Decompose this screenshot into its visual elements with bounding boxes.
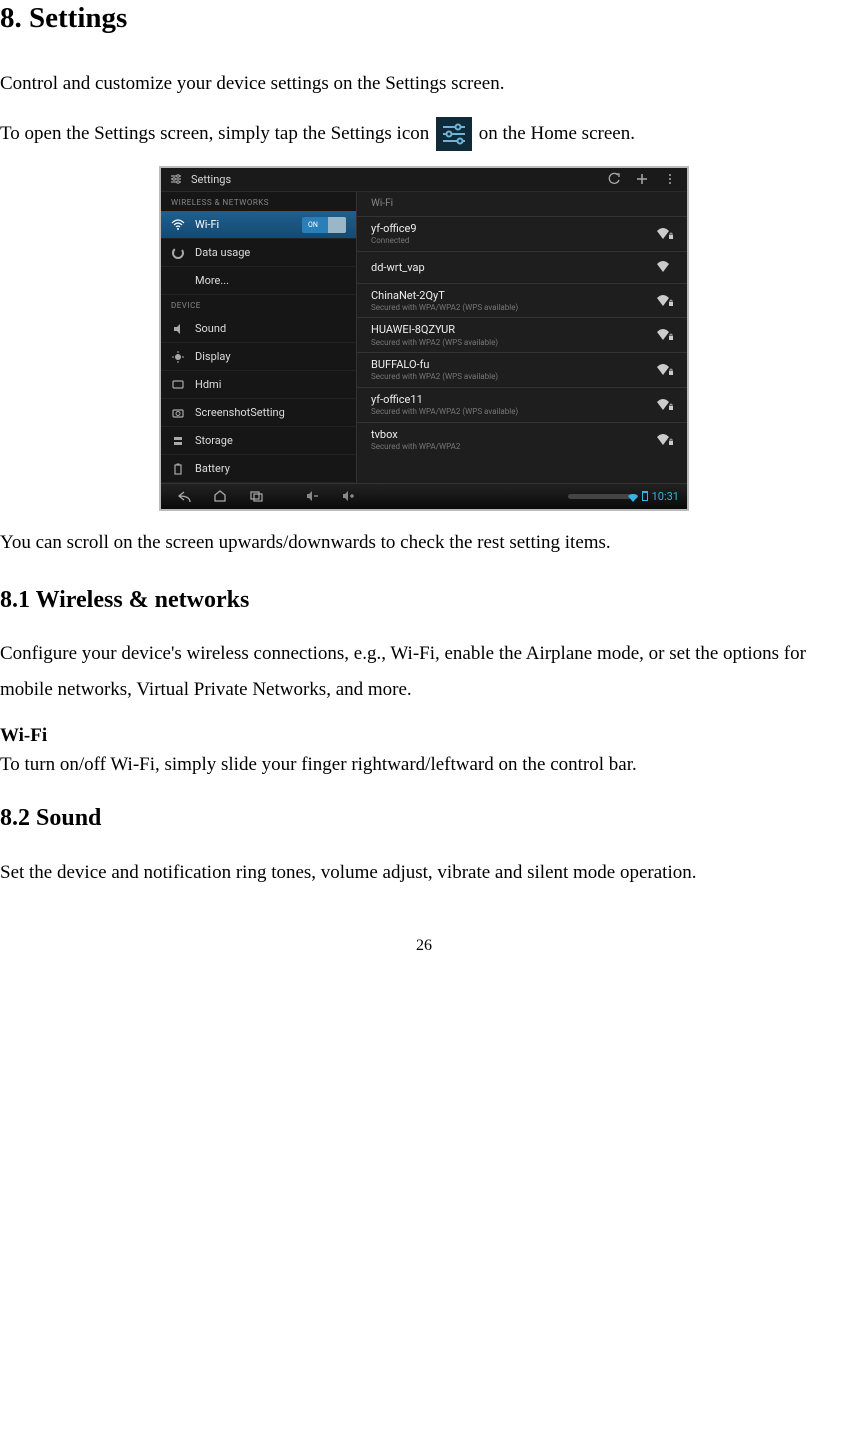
sidebar-item-more[interactable]: More... — [161, 267, 356, 295]
hdmi-icon — [171, 378, 185, 392]
sidebar-item-label: Display — [195, 350, 231, 363]
sidebar-item-wifi[interactable]: Wi-Fi ON — [161, 211, 356, 239]
wifi-network-item[interactable]: HUAWEI-8QZYUR Secured with WPA2 (WPS avai… — [357, 317, 687, 352]
system-navbar: 10:31 — [161, 483, 687, 509]
display-icon — [171, 350, 185, 364]
screenshot-icon — [171, 406, 185, 420]
subsection-sound: 8.2 Sound — [0, 803, 848, 834]
text-before-icon: To open the Settings screen, simply tap … — [0, 123, 434, 144]
wifi-network-list: Wi-Fi yf-office9Connected dd-wrt_vap China… — [357, 192, 687, 483]
sidebar-item-sound[interactable]: Sound — [161, 315, 356, 343]
battery-status-icon — [642, 491, 648, 501]
sound-icon — [171, 322, 185, 336]
settings-sidebar: WIRELESS & NETWORKS Wi-Fi ON Data usage — [161, 192, 357, 483]
sidebar-item-label: Data usage — [195, 246, 250, 259]
wifi-ssid: ChinaNet-2QyT — [371, 289, 657, 302]
paragraph-open-settings: To open the Settings screen, simply tap … — [0, 116, 848, 152]
paragraph-intro: Control and customize your device settin… — [0, 66, 848, 102]
battery-icon — [171, 462, 185, 476]
back-button[interactable] — [169, 487, 199, 505]
wifi-network-item[interactable]: yf-office9Connected — [357, 216, 687, 251]
data-usage-icon — [171, 246, 185, 260]
wifi-ssid: dd-wrt_vap — [371, 261, 657, 274]
wifi-subtext: Secured with WPA/WPA2 (WPS available) — [371, 303, 657, 313]
sidebar-item-storage[interactable]: Storage — [161, 427, 356, 455]
sidebar-item-label: Wi-Fi — [195, 218, 219, 231]
vol-up-button[interactable] — [333, 487, 363, 505]
paragraph-sound-desc: Set the device and notification ring ton… — [0, 855, 848, 891]
sidebar-item-screenshot[interactable]: ScreenshotSetting — [161, 399, 356, 427]
wifi-heading: Wi-Fi — [0, 722, 848, 751]
wifi-icon — [171, 218, 185, 232]
add-network-button[interactable] — [633, 170, 651, 188]
settings-app-icon — [169, 172, 183, 186]
status-clock[interactable]: 10:31 — [628, 490, 679, 503]
wifi-network-item[interactable]: yf-office11Secured with WPA/WPA2 (WPS av… — [357, 387, 687, 422]
page-number: 26 — [0, 931, 848, 961]
wifi-signal-icon — [657, 329, 673, 341]
wifi-network-item[interactable]: dd-wrt_vap — [357, 251, 687, 283]
paragraph-scroll-hint: You can scroll on the screen upwards/dow… — [0, 525, 848, 561]
sidebar-item-label: Hdmi — [195, 378, 221, 391]
wifi-status-icon — [628, 492, 638, 500]
section-header-wireless: WIRELESS & NETWORKS — [161, 192, 356, 212]
vol-down-button[interactable] — [297, 487, 327, 505]
sidebar-item-label: Battery — [195, 462, 230, 475]
wifi-ssid: tvbox — [371, 428, 657, 441]
text-after-icon: on the Home screen. — [479, 123, 635, 144]
titlebar: Settings — [161, 168, 687, 192]
wifi-toggle[interactable]: ON — [302, 217, 346, 233]
wifi-signal-icon — [657, 399, 673, 411]
wifi-network-item[interactable]: ChinaNet-2QyTSecured with WPA/WPA2 (WPS … — [357, 283, 687, 318]
wifi-subtext: Secured with WPA2 (WPS available) — [371, 372, 657, 382]
wifi-signal-icon — [657, 261, 673, 273]
wifi-signal-icon — [657, 434, 673, 446]
sidebar-item-data-usage[interactable]: Data usage — [161, 239, 356, 267]
settings-screenshot: Settings WIRELESS & NETWORKS — [159, 166, 689, 511]
recent-apps-button[interactable] — [241, 487, 271, 505]
clock-time: 10:31 — [652, 490, 679, 503]
wifi-subtext: Secured with WPA/WPA2 — [371, 442, 657, 452]
sidebar-item-label: Storage — [195, 434, 233, 447]
settings-icon — [436, 117, 472, 151]
storage-icon — [171, 434, 185, 448]
sidebar-item-label: More... — [195, 274, 229, 287]
subsection-wireless: 8.1 Wireless & networks — [0, 585, 848, 616]
wifi-ssid: BUFFALO-fu — [371, 358, 657, 371]
wifi-ssid: yf-office9 — [371, 222, 657, 235]
wifi-signal-icon — [657, 364, 673, 376]
titlebar-title: Settings — [191, 173, 595, 186]
wifi-signal-icon — [657, 228, 673, 240]
main-header: Wi-Fi — [357, 192, 687, 216]
wifi-signal-icon — [657, 295, 673, 307]
section-header-device: DEVICE — [161, 295, 356, 315]
section-heading: 8. Settings — [0, 0, 848, 38]
wifi-network-item[interactable]: tvboxSecured with WPA/WPA2 — [357, 422, 687, 457]
scan-button[interactable] — [605, 170, 623, 188]
wifi-subtext: Connected — [371, 236, 657, 246]
wifi-subtext: Secured with WPA2 (WPS available) — [371, 338, 657, 348]
overflow-menu-button[interactable] — [661, 170, 679, 188]
wifi-ssid: yf-office11 — [371, 393, 657, 406]
wifi-network-item[interactable]: BUFFALO-fuSecured with WPA2 (WPS availab… — [357, 352, 687, 387]
sidebar-item-label: ScreenshotSetting — [195, 406, 285, 419]
wifi-ssid: HUAWEI-8QZYUR — [371, 323, 657, 336]
home-button[interactable] — [205, 487, 235, 505]
paragraph-wireless-desc: Configure your device's wireless connect… — [0, 636, 848, 708]
sidebar-item-label: Sound — [195, 322, 226, 335]
sidebar-item-battery[interactable]: Battery — [161, 455, 356, 483]
sidebar-item-display[interactable]: Display — [161, 343, 356, 371]
paragraph-wifi-toggle: To turn on/off Wi-Fi, simply slide your … — [0, 751, 848, 780]
wifi-subtext: Secured with WPA/WPA2 (WPS available) — [371, 407, 657, 417]
sidebar-item-hdmi[interactable]: Hdmi — [161, 371, 356, 399]
